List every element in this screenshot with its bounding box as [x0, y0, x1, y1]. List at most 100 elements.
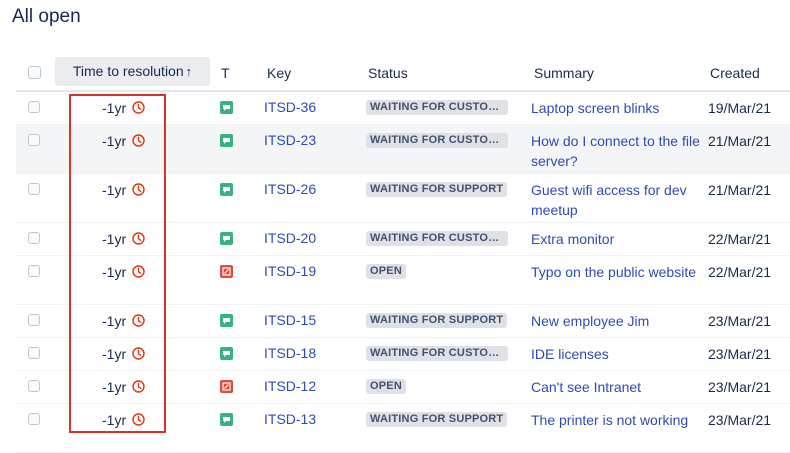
column-header-time-to-resolution[interactable]: Time to resolution ↑ [55, 57, 210, 86]
status-lozenge: WAITING FOR SUPPORT [366, 313, 508, 328]
issue-key-link[interactable]: ITSD-23 [264, 132, 316, 149]
breached-clock-icon [132, 265, 145, 278]
issue-key-link[interactable]: ITSD-12 [264, 378, 316, 395]
sort-ascending-icon: ↑ [185, 64, 193, 79]
created-date: 23/Mar/21 [708, 346, 772, 362]
service-request-icon [220, 413, 233, 426]
issue-key-link[interactable]: ITSD-13 [264, 411, 316, 428]
created-date: 22/Mar/21 [708, 264, 772, 280]
row-checkbox[interactable] [28, 101, 40, 113]
table-row[interactable]: -1yr ITSD-26 WAITING FOR SUPPORT Guest wifi… [16, 174, 790, 223]
table-row[interactable]: -1yr ITSD-23 WAITING FOR CUSTOMER How do I … [16, 125, 790, 174]
status-lozenge: WAITING FOR CUSTOMER [366, 231, 508, 246]
issue-key-link[interactable]: ITSD-19 [264, 263, 316, 280]
service-request-icon [220, 183, 233, 196]
service-request-icon [220, 134, 233, 147]
row-checkbox[interactable] [28, 314, 40, 326]
status-lozenge: WAITING FOR CUSTOMER [366, 100, 508, 115]
time-to-resolution-cell: -1yr [102, 313, 145, 330]
row-checkbox[interactable] [28, 134, 40, 146]
summary-link[interactable]: The printer is not working [531, 410, 701, 430]
status-lozenge: WAITING FOR CUSTOMER [366, 346, 508, 361]
table-row[interactable]: -1yr ITSD-36 WAITING FOR CUSTOMER Laptop sc… [16, 92, 790, 125]
time-to-resolution-cell: -1yr [102, 231, 145, 248]
time-value: -1yr [102, 100, 127, 116]
column-header-type[interactable]: T [221, 57, 230, 90]
created-date: 21/Mar/21 [708, 133, 772, 149]
issue-key-link[interactable]: ITSD-36 [264, 99, 316, 116]
row-checkbox[interactable] [28, 265, 40, 277]
issue-key-link[interactable]: ITSD-26 [264, 181, 316, 198]
summary-link[interactable]: Can't see Intranet [531, 377, 701, 397]
time-value: -1yr [102, 313, 127, 329]
service-request-icon [220, 314, 233, 327]
time-value: -1yr [102, 379, 127, 395]
table-row[interactable]: -1yr ITSD-13 WAITING FOR SUPPORT The printe… [16, 404, 790, 453]
row-checkbox[interactable] [28, 380, 40, 392]
table-row[interactable]: -1yr ITSD-20 WAITING FOR CUSTOMER Extra mon… [16, 223, 790, 256]
column-header-status[interactable]: Status [368, 57, 408, 90]
issue-key-link[interactable]: ITSD-20 [264, 230, 316, 247]
page-title: All open [12, 6, 81, 27]
issue-key-link[interactable]: ITSD-15 [264, 312, 316, 329]
time-to-resolution-cell: -1yr [102, 412, 145, 429]
column-label: Time to resolution [72, 63, 184, 79]
status-lozenge: WAITING FOR CUSTOMER [366, 133, 508, 148]
incident-icon [220, 380, 233, 393]
summary-link[interactable]: Typo on the public website [531, 262, 701, 282]
column-header-summary[interactable]: Summary [534, 57, 594, 90]
time-value: -1yr [102, 412, 127, 428]
breached-clock-icon [132, 314, 145, 327]
summary-link[interactable]: IDE licenses [531, 344, 701, 364]
created-date: 23/Mar/21 [708, 412, 772, 428]
time-to-resolution-cell: -1yr [102, 182, 145, 199]
summary-link[interactable]: New employee Jim [531, 311, 701, 331]
breached-clock-icon [132, 347, 145, 360]
created-date: 22/Mar/21 [708, 231, 772, 247]
issue-key-link[interactable]: ITSD-18 [264, 345, 316, 362]
created-date: 21/Mar/21 [708, 182, 772, 198]
time-value: -1yr [102, 346, 127, 362]
time-value: -1yr [102, 264, 127, 280]
time-value: -1yr [102, 182, 127, 198]
summary-link[interactable]: Guest wifi access for dev meetup [531, 180, 701, 220]
time-to-resolution-cell: -1yr [102, 379, 145, 396]
issue-table: Time to resolution ↑ T Key Status Summary… [16, 57, 790, 453]
created-date: 23/Mar/21 [708, 379, 772, 395]
summary-link[interactable]: Extra monitor [531, 229, 701, 249]
breached-clock-icon [132, 183, 145, 196]
select-all-checkbox[interactable] [28, 66, 41, 79]
incident-icon [220, 265, 233, 278]
time-to-resolution-cell: -1yr [102, 346, 145, 363]
service-request-icon [220, 232, 233, 245]
row-checkbox[interactable] [28, 183, 40, 195]
table-row[interactable]: -1yr ITSD-18 WAITING FOR CUSTOMER IDE licen… [16, 338, 790, 371]
time-to-resolution-cell: -1yr [102, 133, 145, 150]
time-to-resolution-cell: -1yr [102, 264, 145, 281]
column-header-created[interactable]: Created [710, 57, 760, 90]
service-request-icon [220, 347, 233, 360]
table-row[interactable]: -1yr ITSD-15 WAITING FOR SUPPORT New employ… [16, 305, 790, 338]
table-body: -1yr ITSD-36 WAITING FOR CUSTOMER Laptop sc… [16, 92, 790, 453]
time-to-resolution-cell: -1yr [102, 100, 145, 117]
status-lozenge: WAITING FOR SUPPORT [366, 182, 508, 197]
time-value: -1yr [102, 231, 127, 247]
status-lozenge: WAITING FOR SUPPORT [366, 412, 508, 427]
row-checkbox[interactable] [28, 347, 40, 359]
breached-clock-icon [132, 101, 145, 114]
column-header-key[interactable]: Key [267, 57, 291, 90]
created-date: 19/Mar/21 [708, 100, 772, 116]
table-header: Time to resolution ↑ T Key Status Summary… [16, 57, 790, 92]
row-checkbox[interactable] [28, 413, 40, 425]
summary-link[interactable]: Laptop screen blinks [531, 98, 701, 118]
breached-clock-icon [132, 134, 145, 147]
status-lozenge: OPEN [366, 264, 406, 279]
table-row[interactable]: -1yr ITSD-19 OPEN Typo on the public websit… [16, 256, 790, 305]
row-checkbox[interactable] [28, 232, 40, 244]
breached-clock-icon [132, 380, 145, 393]
summary-link[interactable]: How do I connect to the file server? [531, 131, 701, 171]
status-lozenge: OPEN [366, 379, 406, 394]
service-request-icon [220, 101, 233, 114]
table-row[interactable]: -1yr ITSD-12 OPEN Can't see Intranet 23/Mar/… [16, 371, 790, 404]
time-value: -1yr [102, 133, 127, 149]
